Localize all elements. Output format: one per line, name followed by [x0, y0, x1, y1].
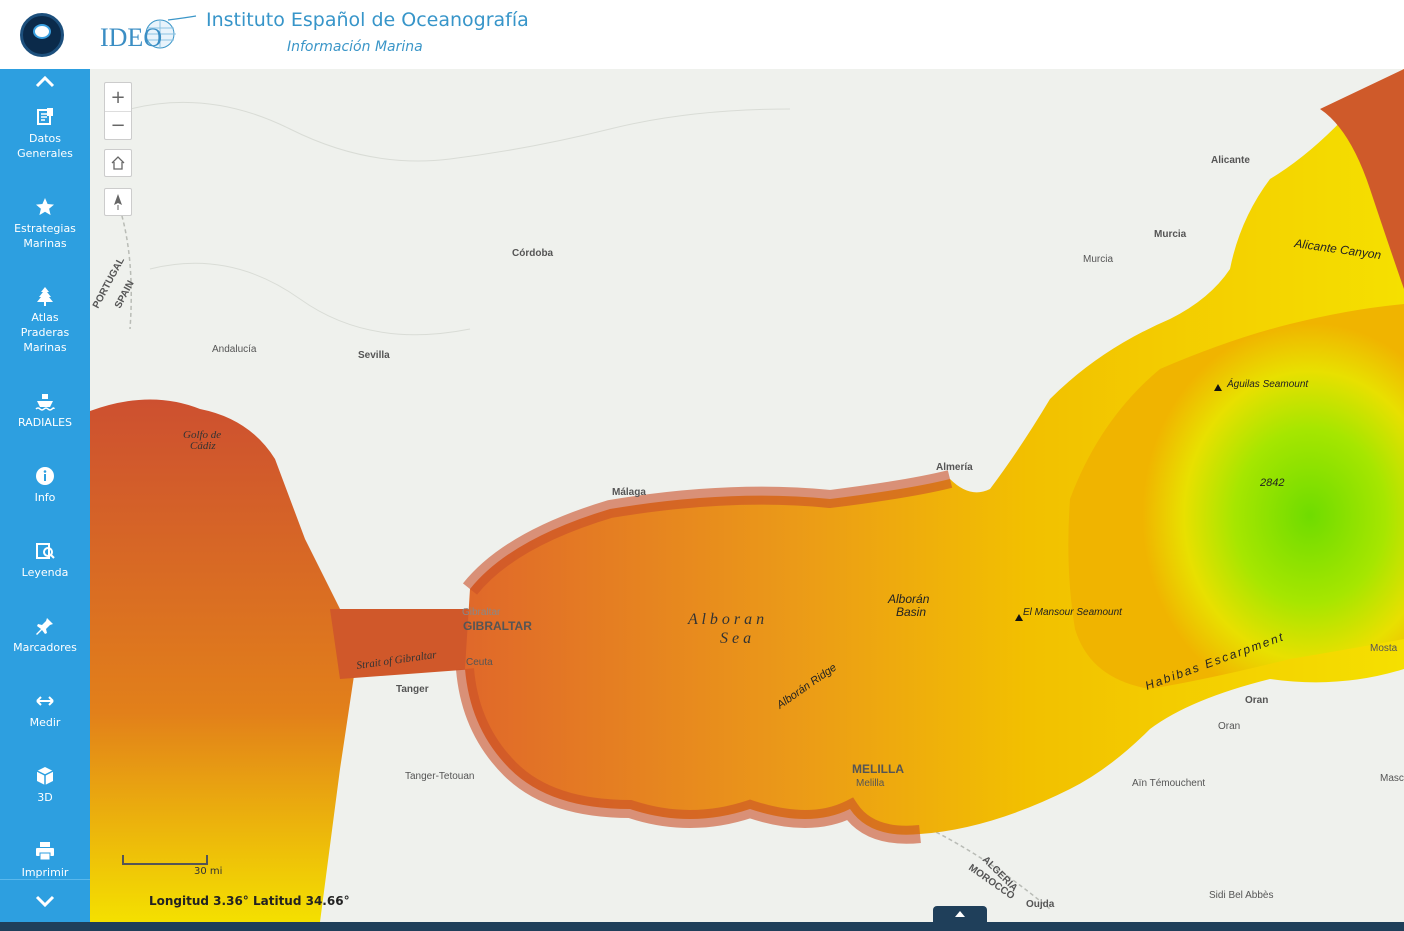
sidebar-item-radiales[interactable]: RADIALES [0, 391, 90, 430]
label-melilla: Melilla [856, 778, 885, 789]
sidebar-item-imprimir[interactable]: Imprimir [0, 841, 90, 880]
info-icon [36, 467, 54, 485]
zoom-out-button[interactable]: − [105, 111, 131, 139]
home-button[interactable] [104, 149, 132, 177]
scale-bar [122, 855, 208, 865]
sidebar-item-info[interactable]: Info [0, 466, 90, 505]
label-gibraltar: GIBRALTAR [463, 619, 532, 633]
bottom-panel-toggle[interactable] [933, 906, 987, 922]
compass-button[interactable] [104, 188, 132, 216]
svg-text:IDEO: IDEO [100, 23, 162, 52]
sidebar-item-label: 3D [37, 791, 53, 804]
label-alboran-sea: A l b o r a n [687, 611, 764, 628]
sidebar-item-label: Estrategias Marinas [14, 222, 76, 250]
zoom-control: + − [104, 82, 132, 140]
compass-icon [114, 194, 122, 210]
cube-icon [36, 767, 54, 785]
scale-label: 30 mi [194, 866, 223, 877]
print-icon [36, 842, 54, 861]
sidebar-item-leyenda[interactable]: Leyenda [0, 541, 90, 580]
legend-icon [36, 543, 55, 559]
sidebar-item-label: Imprimir [21, 866, 69, 879]
label-aguilas-seamount: Águilas Seamount [1226, 377, 1309, 390]
chevron-up-icon [35, 76, 55, 88]
sidebar-item-datos-generales[interactable]: Datos Generales [0, 107, 90, 161]
ship-icon [35, 394, 55, 411]
label-sidi-bel-abbes: Sidi Bel Abbès [1209, 890, 1274, 901]
sidebar-item-estrategias[interactable]: Estrategias Marinas [0, 197, 90, 251]
data-icon [37, 108, 53, 125]
measure-icon [36, 696, 54, 706]
tree-icon [37, 287, 53, 306]
label-ceuta: Ceuta [466, 657, 493, 668]
zoom-in-button[interactable]: + [105, 83, 131, 111]
label-malaga: Málaga [612, 487, 646, 498]
label-el-mansour-seamount: El Mansour Seamount [1023, 607, 1123, 618]
label-alicante: Alicante [1211, 155, 1250, 166]
caret-up-icon [955, 911, 965, 917]
label-murcia: Murcia [1154, 229, 1187, 240]
sidebar-item-label: Marcadores [13, 641, 77, 654]
sidebar-item-3d[interactable]: 3D [0, 766, 90, 805]
label-oran: Oran [1245, 695, 1268, 706]
label-tanger: Tanger [396, 684, 429, 695]
sidebar-item-label: Atlas Praderas Marinas [20, 311, 70, 354]
label-gibraltar-small: Gibraltar [462, 607, 501, 618]
ieo-logo[interactable] [20, 13, 64, 57]
label-mosta: Mosta [1370, 643, 1398, 654]
label-alboran-basin: Alborán [887, 592, 930, 606]
label-ain-temouchent: Aïn Témouchent [1132, 778, 1205, 789]
sidebar-item-label: Info [34, 491, 56, 504]
strait-bathymetry [330, 609, 475, 679]
star-icon [36, 198, 54, 216]
label-depth: 2842 [1259, 477, 1284, 489]
label-cadiz: Cádiz [190, 440, 216, 452]
sidebar-item-medir[interactable]: Medir [0, 691, 90, 730]
label-sea: S e a [720, 630, 751, 647]
sidebar-item-label: Leyenda [21, 566, 69, 579]
pin-icon [36, 618, 53, 635]
page-subtitle: Información Marina [287, 39, 423, 55]
label-almeria: Almería [936, 462, 973, 473]
ideo-logo[interactable]: IDEO [98, 14, 198, 56]
page-title: Instituto Español de Oceanografía [206, 9, 529, 31]
sidebar-item-label: Medir [29, 716, 61, 729]
scroll-down-button[interactable] [0, 888, 90, 914]
label-basin: Basin [896, 605, 926, 619]
sidebar-item-marcadores[interactable]: Marcadores [0, 616, 90, 655]
map-canvas[interactable]: PORTUGAL SPAIN Andalucía Sevilla Córdoba… [90, 69, 1404, 922]
sidebar-divider [0, 879, 90, 880]
map-view[interactable]: PORTUGAL SPAIN Andalucía Sevilla Córdoba… [90, 69, 1404, 922]
home-icon [111, 156, 125, 170]
bottom-panel-bar [0, 922, 1404, 931]
label-cordoba: Córdoba [512, 248, 554, 259]
label-sevilla: Sevilla [358, 350, 390, 361]
label-oujda: Oujda [1026, 899, 1055, 910]
label-andalucia: Andalucía [212, 344, 257, 355]
app-header: IDEO Instituto Español de Oceanografía I… [0, 0, 1404, 69]
sidebar-item-label: RADIALES [17, 416, 73, 429]
chevron-down-icon [35, 895, 55, 907]
label-masc: Masc [1380, 773, 1404, 784]
label-murcia-region: Murcia [1083, 254, 1113, 265]
label-tanger-tetouan: Tanger-Tetouan [405, 771, 475, 782]
sidebar-item-label: Datos Generales [17, 132, 73, 160]
scroll-up-button[interactable] [0, 69, 90, 95]
label-melilla-big: MELILLA [852, 762, 904, 776]
sidebar: Datos Generales Estrategias Marinas Atla… [0, 69, 90, 922]
label-oran-region: Oran [1218, 721, 1240, 732]
sidebar-item-atlas[interactable]: Atlas Praderas Marinas [0, 286, 90, 355]
coordinates-readout: Longitud 3.36° Latitud 34.66° [149, 894, 350, 908]
